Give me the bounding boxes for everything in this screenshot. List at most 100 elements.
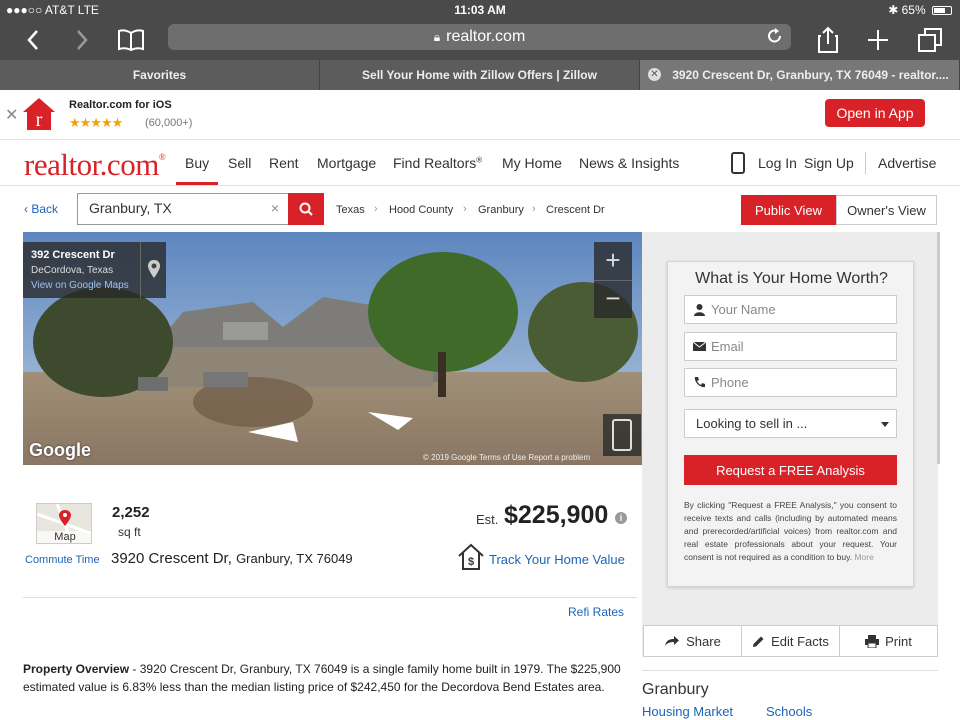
reload-icon[interactable] [767, 27, 783, 50]
advertise-link[interactable]: Advertise [878, 155, 936, 171]
print-button[interactable]: Print [839, 625, 938, 657]
email-field[interactable]: Email [684, 332, 897, 361]
property-address: 3920 Crescent Dr, Granbury, TX 76049 [111, 550, 353, 567]
search-value: Granbury, TX [89, 200, 172, 216]
breadcrumb-separator: › [532, 203, 536, 215]
browser-tab-active[interactable]: ✕ 3920 Crescent Dr, Granbury, TX 76049 -… [640, 60, 960, 90]
rotate-device-icon[interactable] [603, 414, 641, 456]
tab-label: 3920 Crescent Dr, Granbury, TX 76049 - r… [672, 68, 949, 82]
open-in-app-button[interactable]: Open in App [825, 99, 925, 127]
sell-timeframe-value: Looking to sell in ... [696, 416, 808, 431]
city-heading: Granbury [642, 681, 709, 698]
search-button[interactable] [288, 193, 324, 225]
share-icon[interactable] [810, 20, 846, 60]
nav-mortgage[interactable]: Mortgage [317, 155, 376, 171]
map-thumbnail[interactable]: Map [36, 503, 92, 544]
breadcrumb-texas[interactable]: Texas [336, 204, 365, 216]
browser-toolbar: 🔒︎ realtor.com [0, 20, 960, 60]
nav-divider [865, 152, 866, 174]
forward-arrow-icon[interactable] [64, 20, 100, 60]
breadcrumb-city[interactable]: Granbury [478, 204, 524, 216]
nav-buy[interactable]: Buy [185, 155, 209, 171]
caret-down-icon [881, 422, 889, 427]
bookmarks-icon[interactable] [113, 20, 149, 60]
breadcrumb-separator: › [463, 203, 467, 215]
commute-time-link[interactable]: Commute Time [25, 554, 100, 566]
address-bar[interactable]: 🔒︎ realtor.com [168, 24, 791, 50]
close-banner-icon[interactable]: ✕ [5, 105, 18, 125]
zoom-out-button[interactable]: − [594, 280, 632, 318]
search-icon [299, 202, 313, 216]
sell-timeframe-select[interactable]: Looking to sell in ... [684, 409, 897, 438]
realtor-app-logo: r [22, 97, 56, 131]
svg-text:r: r [36, 109, 43, 131]
svg-text:$: $ [468, 556, 474, 568]
login-link[interactable]: Log In [758, 155, 797, 171]
url-text: realtor.com [446, 28, 526, 45]
track-home-value-link[interactable]: Track Your Home Value [489, 552, 625, 567]
owners-view-button[interactable]: Owner's View [836, 195, 937, 225]
signup-link[interactable]: Sign Up [804, 155, 854, 171]
request-analysis-button[interactable]: Request a FREE Analysis [684, 455, 897, 485]
search-row: ‹ Back Granbury, TX × Texas › Hood Count… [0, 186, 960, 232]
public-view-button[interactable]: Public View [741, 195, 836, 225]
street-view-info-card: 392 Crescent Dr DeCordova, Texas View on… [23, 242, 166, 298]
email-placeholder: Email [711, 339, 744, 354]
nav-find-realtors[interactable]: Find Realtors® [393, 155, 482, 171]
phone-icon[interactable] [731, 152, 745, 174]
browser-tab[interactable]: Favorites [0, 60, 320, 90]
form-title: What is Your Home Worth? [695, 270, 888, 287]
breadcrumb-county[interactable]: Hood County [389, 204, 453, 216]
pencil-icon [753, 636, 764, 647]
phone-field[interactable]: Phone [684, 368, 897, 397]
browser-tab-strip: Favorites Sell Your Home with Zillow Off… [0, 60, 960, 90]
close-tab-icon[interactable]: ✕ [648, 68, 661, 81]
share-arrow-icon [665, 636, 680, 646]
clock: 11:03 AM [454, 3, 506, 17]
more-link[interactable]: More [854, 552, 873, 562]
estimate-label: Est. [476, 512, 499, 527]
overview-heading: Property Overview [23, 662, 130, 676]
edit-facts-button[interactable]: Edit Facts [741, 625, 840, 657]
tab-label: Favorites [132, 68, 187, 82]
google-logo: Google [29, 440, 91, 460]
housing-market-link[interactable]: Housing Market [642, 704, 733, 719]
back-link[interactable]: ‹ Back [24, 202, 58, 216]
breadcrumb-street[interactable]: Crescent Dr [546, 204, 605, 216]
realtor-logo[interactable]: realtor.com® [24, 147, 166, 183]
reg-mark: ® [158, 152, 166, 162]
schools-link[interactable]: Schools [766, 704, 812, 719]
info-icon[interactable]: i [615, 512, 627, 524]
track-home-value-icon[interactable]: $ [457, 543, 485, 571]
square-footage: 2,252 [112, 504, 150, 521]
clear-search-icon[interactable]: × [271, 200, 279, 216]
street-view-panorama[interactable]: 392 Crescent Dr DeCordova, Texas View on… [23, 232, 642, 465]
nav-rent[interactable]: Rent [269, 155, 299, 171]
active-nav-indicator [176, 182, 218, 185]
nav-sell[interactable]: Sell [228, 155, 251, 171]
location-search-input[interactable]: Granbury, TX × [77, 193, 289, 225]
app-name: Realtor.com for iOS [69, 99, 172, 111]
browser-tab[interactable]: Sell Your Home with Zillow Offers | Zill… [320, 60, 640, 90]
breadcrumb-separator: › [374, 203, 378, 215]
action-bar: Share Edit Facts Print [643, 625, 938, 657]
property-overview: Property Overview - 3920 Crescent Dr, Gr… [23, 660, 638, 696]
review-count: (60,000+) [145, 117, 193, 129]
new-tab-icon[interactable] [860, 20, 896, 60]
refi-rates-link[interactable]: Refi Rates [568, 605, 624, 619]
tabs-overview-icon[interactable] [912, 20, 948, 60]
back-arrow-icon[interactable] [15, 20, 51, 60]
map-pin-icon[interactable] [140, 242, 166, 298]
name-field[interactable]: Your Name [684, 295, 897, 324]
nav-news-insights[interactable]: News & Insights [579, 155, 679, 171]
rail-scrollbar[interactable] [937, 232, 940, 464]
share-button[interactable]: Share [643, 625, 742, 657]
nav-my-home[interactable]: My Home [502, 155, 562, 171]
user-icon [694, 304, 705, 316]
battery-icon [932, 6, 952, 15]
view-on-google-maps-link[interactable]: View on Google Maps [31, 280, 129, 291]
estimated-price: $225,900 [504, 501, 609, 529]
zoom-in-button[interactable]: + [594, 242, 632, 280]
home-worth-form: What is Your Home Worth? Your Name Email… [667, 261, 914, 587]
rating-stars: ★★★★★ [69, 115, 123, 130]
